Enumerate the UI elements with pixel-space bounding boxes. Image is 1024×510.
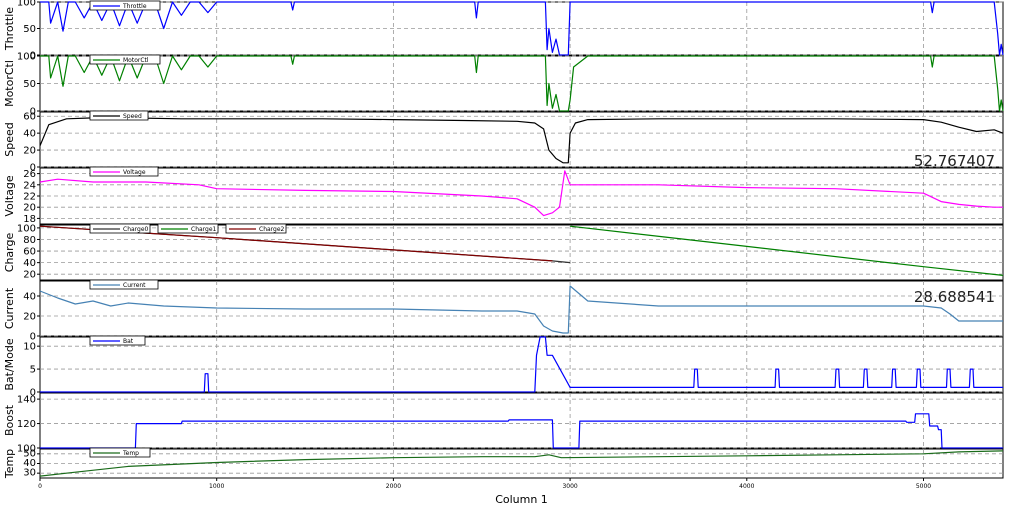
panel-frame: [39, 280, 1004, 337]
y-tick-label: 22: [23, 192, 36, 203]
y-tick-label: 24: [23, 180, 36, 191]
legend-entry: Throttle: [89, 0, 161, 11]
legend-entry: Current: [89, 279, 159, 290]
legend-label: Speed: [123, 113, 142, 120]
y-axis-label: Throttle: [3, 7, 16, 51]
legend-label: Charge2: [259, 226, 285, 233]
y-tick-label: 30: [23, 468, 36, 479]
legend-label: MotorCtl: [123, 57, 149, 64]
y-axis-label: Speed: [3, 122, 16, 156]
strip-panel-current: 02040CurrentCurrent28.688541: [3, 279, 1004, 343]
strip-panel-charge: 20406080100Charge Charge0 Charge1 Charge2: [3, 223, 1004, 281]
y-axis-label: MotorCtl: [3, 60, 16, 107]
y-tick-label: 20: [23, 203, 36, 214]
y-tick-label: 20: [23, 312, 36, 323]
y-tick-label: 40: [23, 129, 36, 140]
legend-label: Bat: [123, 338, 134, 345]
legend-entry: Temp: [89, 447, 151, 458]
y-tick-label: 80: [23, 235, 36, 246]
legend-entry: Charge1: [157, 223, 219, 234]
y-axis-label: Boost: [3, 404, 16, 436]
x-tick-label: 4000: [739, 483, 754, 490]
x-tick-label: 0: [38, 483, 42, 490]
x-tick-label: 1000: [209, 483, 224, 490]
legend-entry: Voltage: [89, 166, 159, 177]
panel-frame: [39, 111, 1004, 168]
y-tick-label: 40: [23, 458, 36, 469]
y-tick-label: 100: [17, 0, 36, 9]
strip-panel-boost: 100120140Boost: [3, 392, 1004, 455]
x-tick-label: 5000: [916, 483, 931, 490]
legend-entry: Charge2: [225, 223, 287, 234]
strip-panel-bat-mode: 0510Bat/Mode Bat: [3, 335, 1004, 399]
y-tick-label: 40: [23, 292, 36, 303]
y-tick-label: 50: [23, 24, 36, 35]
legend-label: Temp: [122, 450, 139, 457]
y-tick-label: 5: [30, 365, 36, 376]
value-readout: 52.767407: [914, 152, 995, 170]
legend-entry: Charge0: [89, 223, 151, 234]
y-tick-label: 10: [23, 342, 36, 353]
y-tick-label: 100: [17, 52, 36, 63]
y-axis-label: Voltage: [3, 175, 16, 216]
y-tick-label: 120: [17, 419, 36, 430]
y-tick-label: 20: [23, 270, 36, 281]
x-tick-label: 2000: [386, 483, 401, 490]
y-axis-label: Charge: [3, 233, 16, 273]
y-tick-label: 50: [23, 448, 36, 459]
y-tick-label: 140: [17, 395, 36, 406]
y-tick-label: 50: [23, 79, 36, 90]
legend-label: Charge0: [123, 226, 149, 233]
value-readout: 28.688541: [914, 288, 995, 306]
strip-panel-voltage: 1820222426VoltageVoltage: [3, 166, 1004, 225]
y-tick-label: 26: [23, 169, 36, 180]
panel-frame: [39, 336, 1004, 393]
strip-panel-motorctl: 050100MotorCtl MotorCtl: [3, 52, 1004, 118]
y-tick-label: 20: [23, 146, 36, 157]
y-axis-label: Current: [3, 287, 16, 329]
legend-label: Charge1: [191, 226, 217, 233]
x-tick-label: 3000: [562, 483, 577, 490]
legend-entry: MotorCtl: [89, 54, 161, 65]
strip-panel-temp: 304050 Temp Temp: [3, 447, 1004, 479]
legend-label: Voltage: [123, 169, 146, 176]
y-tick-label: 60: [23, 112, 36, 123]
y-tick-label: 100: [17, 223, 36, 234]
strip-panel-throttle: 050100ThrottleThrottle: [3, 0, 1004, 62]
y-axis-label: Temp: [3, 449, 16, 479]
y-axis-label: Bat/Mode: [3, 338, 16, 391]
legend-label: Throttle: [122, 3, 147, 10]
y-tick-label: 60: [23, 247, 36, 258]
legend-label: Current: [123, 282, 146, 289]
legend-entry: Speed: [89, 110, 149, 121]
legend-entry: Bat: [89, 335, 146, 346]
y-tick-label: 40: [23, 258, 36, 269]
stacked-strip-charts: 050100ThrottleThrottle050100MotorCtl Moto…: [3, 0, 1004, 506]
panel-frame: [39, 167, 1004, 225]
strip-panel-speed: 0204060SpeedSpeed52.767407: [3, 110, 1004, 174]
x-axis-title: Column 1: [495, 493, 548, 506]
